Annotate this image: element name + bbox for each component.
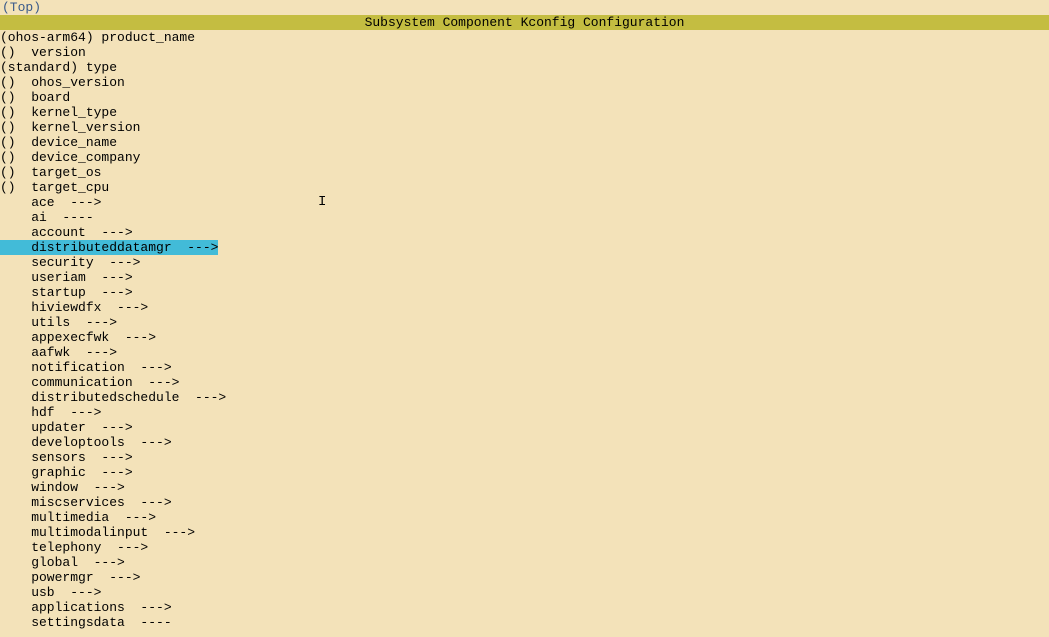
menu-item[interactable]: distributeddatamgr --->	[0, 240, 1049, 255]
top-label: (Top)	[2, 0, 41, 15]
menu-item[interactable]: sensors --->	[0, 450, 1049, 465]
menu-item[interactable]: miscservices --->	[0, 495, 1049, 510]
top-bar: (Top)	[0, 0, 1049, 15]
menu-item[interactable]: usb --->	[0, 585, 1049, 600]
menu-item[interactable]: settingsdata ----	[0, 615, 1049, 630]
menu-item[interactable]: ace --->	[0, 195, 1049, 210]
title-bar: Subsystem Component Kconfig Configuratio…	[0, 15, 1049, 30]
menu-item[interactable]: account --->	[0, 225, 1049, 240]
menu-item[interactable]: notification --->	[0, 360, 1049, 375]
menu-item[interactable]: multimedia --->	[0, 510, 1049, 525]
menu-item[interactable]: () target_os	[0, 165, 1049, 180]
menu-item[interactable]: () ohos_version	[0, 75, 1049, 90]
menu-item[interactable]: () kernel_type	[0, 105, 1049, 120]
menu-item[interactable]: developtools --->	[0, 435, 1049, 450]
menu-item[interactable]: applications --->	[0, 600, 1049, 615]
menu-item[interactable]: aafwk --->	[0, 345, 1049, 360]
menu-item[interactable]: global --->	[0, 555, 1049, 570]
menu-item-highlighted[interactable]: distributeddatamgr --->	[0, 240, 218, 255]
menu-item[interactable]: () kernel_version	[0, 120, 1049, 135]
menu-item[interactable]: telephony --->	[0, 540, 1049, 555]
menu-item[interactable]: () board	[0, 90, 1049, 105]
menu-item[interactable]: multimodalinput --->	[0, 525, 1049, 540]
menu-item[interactable]: () device_name	[0, 135, 1049, 150]
menu-item[interactable]: startup --->	[0, 285, 1049, 300]
menu-item[interactable]: window --->	[0, 480, 1049, 495]
menu-item[interactable]: graphic --->	[0, 465, 1049, 480]
menu-item[interactable]: hdf --->	[0, 405, 1049, 420]
menu-item[interactable]: (ohos-arm64) product_name	[0, 30, 1049, 45]
menu-item[interactable]: powermgr --->	[0, 570, 1049, 585]
menu-item[interactable]: () device_company	[0, 150, 1049, 165]
menu-item[interactable]: ai ----	[0, 210, 1049, 225]
menu-item[interactable]: updater --->	[0, 420, 1049, 435]
title-text: Subsystem Component Kconfig Configuratio…	[365, 15, 685, 30]
menu-content[interactable]: (ohos-arm64) product_name() version(stan…	[0, 30, 1049, 630]
menu-item[interactable]: appexecfwk --->	[0, 330, 1049, 345]
menu-item[interactable]: security --->	[0, 255, 1049, 270]
menu-item[interactable]: useriam --->	[0, 270, 1049, 285]
menu-item[interactable]: hiviewdfx --->	[0, 300, 1049, 315]
text-cursor-icon: I	[318, 195, 319, 209]
menu-item[interactable]: () target_cpu	[0, 180, 1049, 195]
menu-item[interactable]: distributedschedule --->	[0, 390, 1049, 405]
menu-item[interactable]: (standard) type	[0, 60, 1049, 75]
menu-item[interactable]: communication --->	[0, 375, 1049, 390]
menu-item[interactable]: utils --->	[0, 315, 1049, 330]
menu-item[interactable]: () version	[0, 45, 1049, 60]
